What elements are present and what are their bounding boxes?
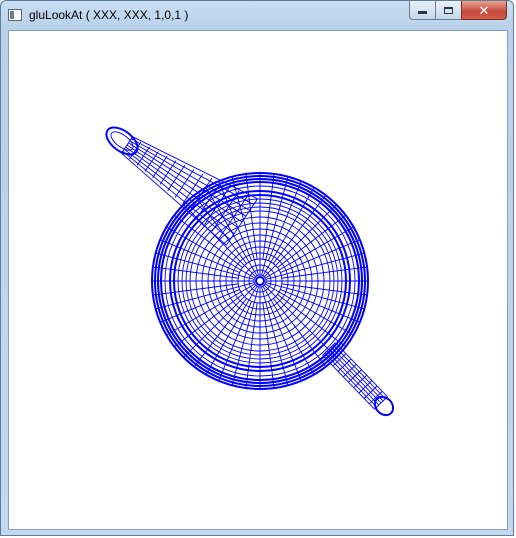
caption-buttons: ✕ xyxy=(409,1,507,21)
body-meridian xyxy=(263,284,337,358)
window-title: gluLookAt ( XXX, XXX, 1,0,1 ) xyxy=(29,8,189,22)
minimize-button[interactable] xyxy=(409,1,435,20)
maximize-button[interactable] xyxy=(435,1,461,20)
maximize-icon xyxy=(444,6,453,14)
lid-knob xyxy=(255,276,265,286)
spout-line xyxy=(132,136,258,200)
body-meridian xyxy=(183,284,257,358)
app-window: gluLookAt ( XXX, XXX, 1,0,1 ) ✕ xyxy=(0,0,514,536)
spout-tip-inner xyxy=(110,131,134,151)
app-window-icon[interactable] xyxy=(8,9,22,21)
teapot-wireframe-render xyxy=(105,126,395,417)
close-button[interactable]: ✕ xyxy=(461,1,507,20)
opengl-viewport[interactable] xyxy=(8,30,508,530)
title-bar[interactable]: gluLookAt ( XXX, XXX, 1,0,1 ) ✕ xyxy=(1,1,513,31)
body-meridian xyxy=(263,204,337,278)
minimize-icon xyxy=(418,11,427,14)
spout-line xyxy=(126,144,243,223)
close-icon: ✕ xyxy=(478,2,490,18)
